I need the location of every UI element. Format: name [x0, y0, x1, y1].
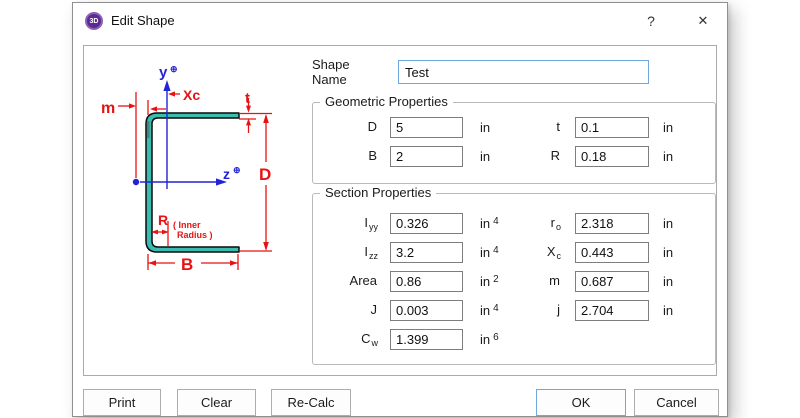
field-label-t: t	[512, 119, 561, 136]
field-label-Iyy: Iyy	[313, 215, 378, 232]
field-label-j: j	[512, 302, 561, 319]
field-label-Izz: Izz	[313, 244, 378, 261]
r-note-line1: ( Inner	[173, 220, 201, 230]
field-label-R: R	[512, 148, 561, 165]
shear-center-dot	[133, 179, 139, 185]
field-input-B[interactable]	[390, 146, 463, 167]
field-label-Cw: Cw	[313, 331, 378, 348]
section-row-1: Iyy in4 ro in	[313, 213, 715, 234]
field-label-D: D	[313, 119, 378, 136]
field-label-m: m	[512, 273, 561, 290]
field-input-J[interactable]	[390, 300, 463, 321]
y-axis-arrowhead	[163, 80, 170, 91]
y-axis-label: y	[159, 64, 168, 81]
field-input-ro[interactable]	[575, 213, 649, 234]
xc-dim-label: Xc	[183, 87, 200, 103]
field-unit-B: in	[480, 149, 512, 164]
close-icon[interactable]: ✕	[687, 6, 719, 36]
shape-name-row: Shape Name	[312, 59, 649, 85]
field-input-t[interactable]	[575, 117, 649, 138]
help-button[interactable]: ?	[635, 6, 667, 36]
geometric-row-1: D in t in	[313, 117, 715, 138]
field-unit-m: in	[663, 274, 695, 289]
b-arrowhead-left	[149, 260, 157, 265]
field-input-R[interactable]	[575, 146, 649, 167]
r-note-line2: Radius )	[177, 230, 213, 240]
field-input-Cw[interactable]	[390, 329, 463, 350]
shape-name-input[interactable]	[398, 60, 649, 84]
desktop-background: 3D Edit Shape ? ✕ y ⊕ z ⊕	[0, 0, 800, 418]
field-unit-Cw: in6	[480, 332, 512, 347]
field-unit-Izz: in4	[480, 245, 512, 260]
b-arrowhead-right	[230, 260, 238, 265]
z-axis-marker: ⊕	[233, 165, 241, 175]
xc-arrowhead	[168, 91, 175, 96]
field-unit-Area: in2	[480, 274, 512, 289]
channel-section-diagram: y ⊕ z ⊕ m Xc t	[96, 58, 296, 305]
m-dim-label: m	[101, 100, 115, 117]
content-panel: y ⊕ z ⊕ m Xc t	[83, 45, 717, 376]
section-row-5: Cw in6	[313, 329, 715, 350]
m-arrowhead	[129, 103, 136, 108]
section-row-3: Area in2 m in	[313, 271, 715, 292]
field-unit-R: in	[663, 149, 695, 164]
ok-button[interactable]: OK	[536, 389, 626, 416]
t-dim-label: t	[245, 90, 250, 107]
t-arrowhead-down	[246, 106, 251, 113]
field-unit-D: in	[480, 120, 512, 135]
3d-app-icon: 3D	[85, 12, 103, 30]
field-input-Iyy[interactable]	[390, 213, 463, 234]
field-unit-ro: in	[663, 216, 695, 231]
geometric-properties-group: Geometric Properties D in t in B in R in	[312, 102, 716, 184]
field-label-Area: Area	[313, 273, 378, 290]
field-unit-J: in4	[480, 303, 512, 318]
field-unit-j: in	[663, 303, 695, 318]
3d-app-icon-text: 3D	[90, 18, 99, 25]
geometric-row-2: B in R in	[313, 146, 715, 167]
clear-button[interactable]: Clear	[177, 389, 256, 416]
y-axis-marker: ⊕	[170, 64, 178, 74]
field-input-D[interactable]	[390, 117, 463, 138]
field-input-m[interactable]	[575, 271, 649, 292]
section-row-4: J in4 j in	[313, 300, 715, 321]
field-input-j[interactable]	[575, 300, 649, 321]
b-dim-label: B	[181, 255, 193, 274]
field-input-Area[interactable]	[390, 271, 463, 292]
field-input-Xc[interactable]	[575, 242, 649, 263]
d-dim-label: D	[259, 165, 271, 184]
field-label-B: B	[313, 148, 378, 165]
field-label-J: J	[313, 302, 378, 319]
d-arrowhead-top	[263, 114, 269, 123]
field-unit-t: in	[663, 120, 695, 135]
edit-shape-dialog: 3D Edit Shape ? ✕ y ⊕ z ⊕	[72, 2, 728, 417]
z-axis-label: z	[223, 166, 230, 182]
recalc-button[interactable]: Re-Calc	[271, 389, 351, 416]
field-label-ro: ro	[512, 215, 561, 232]
section-properties-title: Section Properties	[320, 185, 436, 200]
section-row-2: Izz in4 Xc in	[313, 242, 715, 263]
section-properties-group: Section Properties Iyy in4 ro in Izz in4…	[312, 193, 716, 365]
m-arrowhead-2	[150, 106, 157, 111]
field-label-Xc: Xc	[512, 244, 561, 261]
cancel-button[interactable]: Cancel	[634, 389, 719, 416]
geometric-properties-title: Geometric Properties	[320, 94, 453, 109]
field-unit-Xc: in	[663, 245, 695, 260]
title-bar[interactable]: 3D Edit Shape ? ✕	[73, 3, 727, 39]
shape-name-label: Shape Name	[312, 57, 385, 87]
field-unit-Iyy: in4	[480, 216, 512, 231]
window-title: Edit Shape	[111, 13, 175, 28]
d-arrowhead-bottom	[263, 242, 269, 251]
field-input-Izz[interactable]	[390, 242, 463, 263]
r-dim-label: R	[158, 212, 168, 228]
print-button[interactable]: Print	[83, 389, 161, 416]
